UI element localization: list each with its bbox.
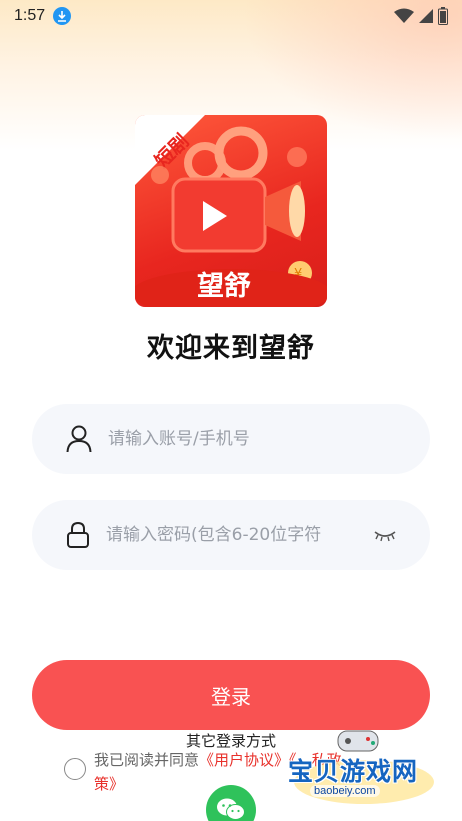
password-input[interactable] [106,525,361,545]
watermark-url: baobeiy.com [310,785,380,797]
user-icon [66,425,92,453]
logo-brand-text: 望舒 [197,270,251,302]
agree-checkbox[interactable] [64,758,86,780]
status-bar: 1:57 [0,0,462,32]
account-field-container[interactable] [32,404,430,474]
welcome-title: 欢迎来到望舒 [147,333,315,364]
app-logo: 短剧 ¥ 望舒 [135,115,327,307]
status-time: 1:57 [14,7,46,24]
download-icon [53,7,72,25]
password-field-container[interactable] [32,500,430,570]
agreement-prefix: 我已阅读并同意 [94,751,200,769]
user-agreement-link[interactable]: 《用户协议》 [199,751,289,769]
signal-icon [419,9,433,23]
wifi-icon [394,8,414,23]
battery-icon [438,7,448,25]
account-input[interactable] [108,429,363,449]
lock-icon [67,521,89,548]
login-button[interactable]: 登录 [32,660,430,730]
status-icons [394,7,448,25]
watermark: 宝贝游戏网 baobeiy.com [286,726,436,806]
wechat-icon [217,798,245,820]
watermark-title: 宝贝游戏网 [288,757,419,786]
eye-closed-icon[interactable] [373,528,397,542]
